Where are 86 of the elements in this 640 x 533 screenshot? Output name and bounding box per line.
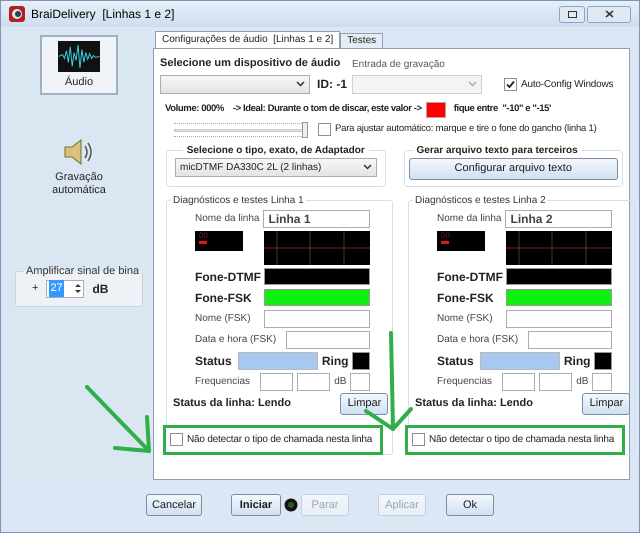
chevron-icon bbox=[362, 164, 372, 170]
line-name-field[interactable]: Linha 2 bbox=[505, 210, 612, 228]
dialog-button[interactable]: Ok bbox=[446, 494, 494, 516]
dialog-button[interactable]: Iniciar bbox=[231, 494, 281, 516]
group-title: Selecione o tipo, exato, de Adaptador bbox=[186, 144, 366, 158]
sign-text: + bbox=[32, 281, 38, 296]
text-field[interactable] bbox=[286, 330, 370, 348]
spin-arrows-icon[interactable] bbox=[75, 283, 82, 294]
status-led-icon bbox=[284, 498, 298, 512]
volume-hint: fique entre "-10" e "-15' bbox=[454, 102, 551, 116]
text-field[interactable] bbox=[506, 310, 612, 328]
volume-text: Volume: 000% -> Ideal: Durante o tom de discar, este valor -> bbox=[165, 102, 422, 116]
restore-button[interactable] bbox=[559, 6, 585, 22]
clear-button[interactable]: Limpar bbox=[582, 392, 630, 414]
field-label: dB bbox=[334, 375, 346, 389]
app-logo-icon bbox=[9, 6, 25, 22]
close-icon bbox=[604, 10, 614, 18]
volume-indicator bbox=[426, 102, 446, 118]
id-text: ID: -1 bbox=[317, 76, 348, 93]
field-label: Frequencias bbox=[437, 375, 492, 389]
sidebar-item[interactable]: Áudio bbox=[40, 35, 118, 95]
sidebar-label: Gravação automática bbox=[51, 171, 107, 197]
sidebar-item[interactable]: Gravação automática bbox=[40, 131, 118, 203]
line-status-text: Status da linha: Lendo bbox=[415, 396, 533, 412]
text-field[interactable] bbox=[264, 310, 370, 328]
field-label: Nome (FSK) bbox=[195, 312, 251, 326]
adapter-select[interactable]: micDTMF DA330C 2L (2 linhas) bbox=[175, 158, 377, 176]
line-name-field[interactable]: Linha 1 bbox=[263, 210, 370, 228]
field-label: Ring bbox=[564, 352, 590, 370]
dialog-button[interactable]: Cancelar bbox=[146, 494, 202, 516]
clear-button[interactable]: Limpar bbox=[340, 392, 388, 414]
field-label: Fone-DTMF bbox=[437, 268, 503, 286]
checkbox-label: Não detectar o tipo de chamada nesta linha bbox=[429, 433, 614, 447]
field-label: Fone-DTMF bbox=[195, 268, 261, 286]
text-field[interactable] bbox=[502, 372, 536, 390]
field-label: Status bbox=[195, 352, 232, 370]
field-label: dB bbox=[576, 375, 588, 389]
group-title: Gerar arquivo texto para terceiros bbox=[416, 144, 579, 158]
sidebar-label: Áudio bbox=[64, 76, 94, 89]
field-label: Nome da linha bbox=[437, 212, 502, 226]
ring-indicator bbox=[594, 352, 612, 370]
field-label: Data e hora (FSK) bbox=[437, 333, 518, 347]
checkbox-label: Para ajustar automático: marque e tire o fone do gancho (linha 1) bbox=[335, 122, 597, 136]
text-field[interactable] bbox=[539, 372, 572, 390]
group-title: Amplificar sinal de bina bbox=[25, 264, 140, 279]
field-label: Nome da linha bbox=[195, 212, 260, 226]
text-field[interactable] bbox=[592, 372, 612, 390]
field-label: Nome (FSK) bbox=[437, 312, 493, 326]
checkbox-label: Auto-Config Windows bbox=[521, 78, 614, 92]
window-title: BraiDelivery [Linhas 1 e 2] bbox=[31, 6, 174, 23]
checkbox-label: Não detectar o tipo de chamada nesta linha bbox=[187, 433, 372, 447]
tab[interactable]: Testes bbox=[340, 33, 384, 48]
field-label: Fone-FSK bbox=[195, 290, 252, 306]
section-label: Selecione um dispositivo de áudio bbox=[160, 56, 342, 71]
unit-text: dB bbox=[92, 280, 108, 298]
input-select[interactable] bbox=[352, 74, 482, 94]
counter-digits: 00 bbox=[199, 232, 209, 240]
volume-slider[interactable] bbox=[174, 120, 308, 138]
checkbox[interactable] bbox=[412, 433, 425, 446]
annotation-arrow bbox=[85, 385, 151, 453]
checkbox[interactable] bbox=[504, 78, 517, 90]
field-label: Data e hora (FSK) bbox=[195, 333, 276, 347]
tab[interactable]: Configurações de áudio [Linhas 1 e 2] bbox=[155, 31, 340, 48]
checkbox[interactable] bbox=[170, 433, 183, 446]
text-field[interactable] bbox=[260, 372, 294, 390]
chevron-icon bbox=[296, 81, 305, 87]
checkbox[interactable] bbox=[318, 123, 331, 136]
group-title: Diagnósticos e testes Linha 2 bbox=[414, 194, 547, 208]
field-label: Fone-FSK bbox=[437, 290, 494, 306]
close-button[interactable] bbox=[587, 6, 631, 22]
slider-thumb[interactable] bbox=[302, 122, 308, 138]
field-label: Status bbox=[437, 352, 474, 370]
waveform-icon bbox=[58, 41, 100, 72]
ring-indicator bbox=[352, 352, 370, 370]
text-field[interactable] bbox=[350, 372, 370, 390]
field-label: Ring bbox=[322, 352, 348, 370]
chevron-icon bbox=[468, 81, 477, 87]
text-field[interactable] bbox=[297, 372, 330, 390]
configure-button[interactable]: Configurar arquivo texto bbox=[408, 158, 618, 180]
group-title: Diagnósticos e testes Linha 1 bbox=[172, 194, 305, 208]
section-label: Entrada de gravação bbox=[352, 58, 445, 72]
device-select[interactable] bbox=[160, 74, 310, 94]
counter-digits: 00 bbox=[441, 232, 451, 240]
field-label: Frequencias bbox=[195, 375, 250, 389]
line-status-text: Status da linha: Lendo bbox=[173, 396, 291, 412]
text-field[interactable] bbox=[528, 330, 612, 348]
